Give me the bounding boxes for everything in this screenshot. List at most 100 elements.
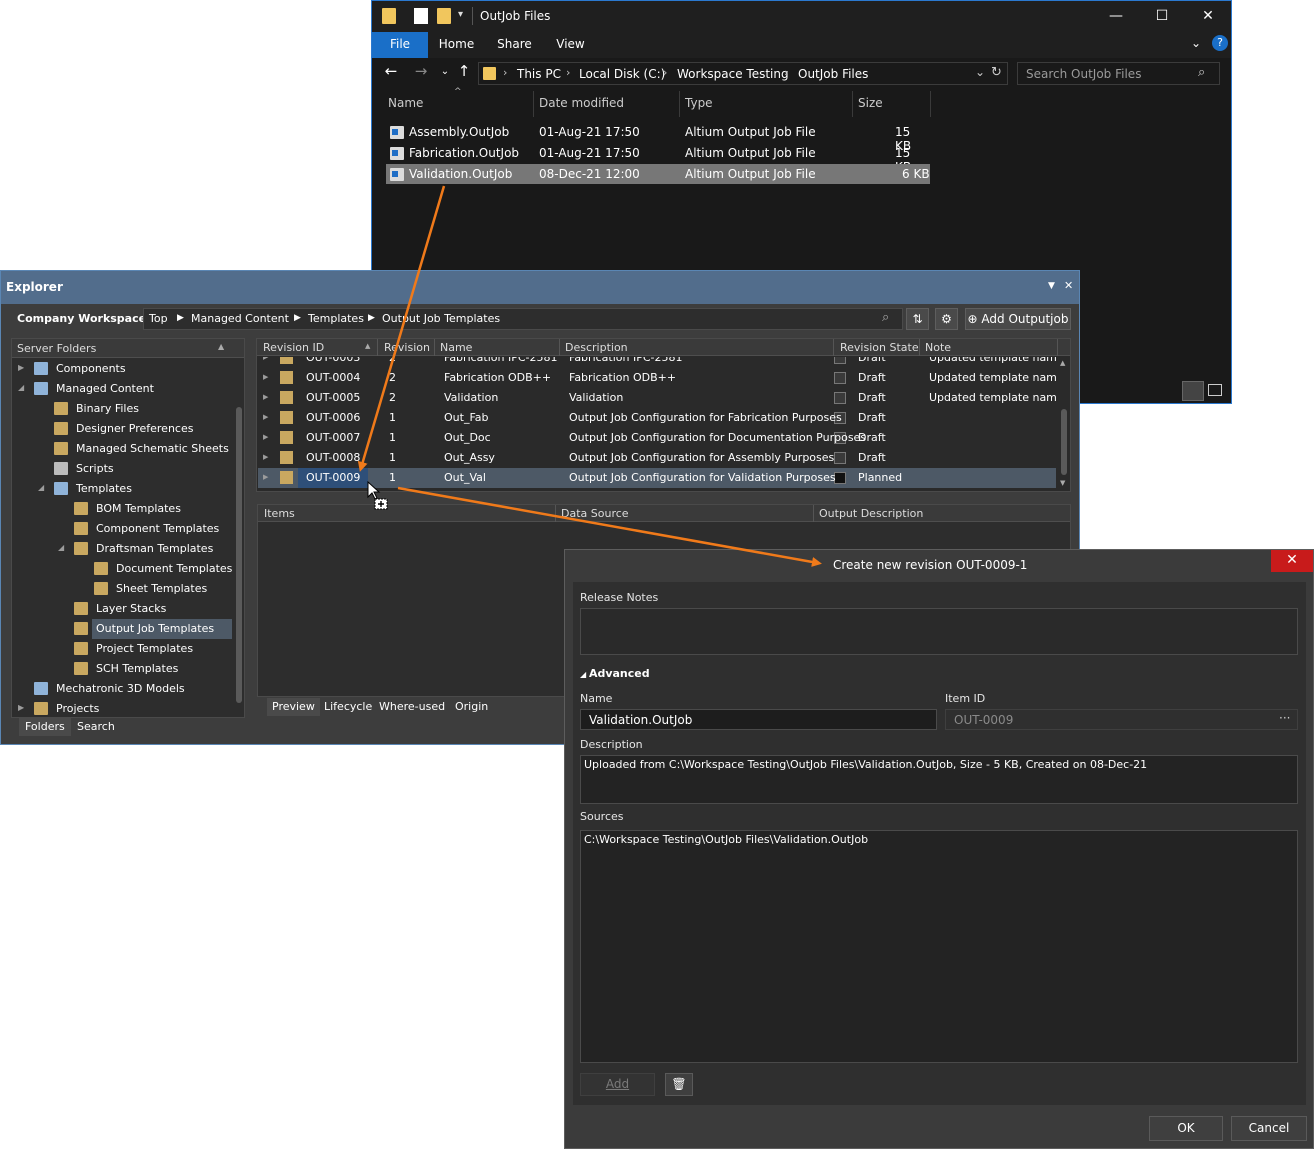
up-icon[interactable]: ↑: [453, 62, 475, 80]
tree-item-document-templates[interactable]: Document Templates: [12, 559, 232, 579]
table-row[interactable]: ▶ OUT-0007 1 Out_Doc Output Job Configuratio…: [258, 428, 1056, 448]
expand-row-icon[interactable]: ▶: [263, 373, 268, 381]
tree-item-scripts[interactable]: Scripts: [12, 459, 232, 479]
tree-item-templates[interactable]: ◢ Templates: [12, 479, 232, 499]
release-notes-input[interactable]: [580, 608, 1298, 655]
expand-row-icon[interactable]: ▶: [263, 433, 268, 441]
col-description[interactable]: Description: [565, 341, 628, 354]
more-options-icon[interactable]: ···: [1279, 711, 1290, 725]
ribbon-expand-icon[interactable]: ⌄: [1191, 36, 1201, 50]
crumb-local-disk[interactable]: Local Disk (C:): [579, 67, 665, 81]
large-icons-view-icon[interactable]: [1208, 384, 1222, 396]
expand-row-icon[interactable]: ▶: [263, 357, 268, 361]
minimize-icon[interactable]: —: [1093, 1, 1139, 32]
col-name[interactable]: Name: [388, 96, 423, 110]
crumb-managed-content[interactable]: Managed Content: [191, 312, 289, 325]
search-input[interactable]: Search OutJob Files ⌕: [1017, 62, 1220, 85]
scrollbar-thumb[interactable]: [236, 407, 242, 703]
forward-icon[interactable]: →: [410, 62, 432, 80]
expand-row-icon[interactable]: ▶: [263, 413, 268, 421]
tab-preview[interactable]: Preview: [267, 698, 320, 716]
description-field[interactable]: Uploaded from C:\Workspace Testing\OutJo…: [580, 755, 1298, 804]
ok-button[interactable]: OK: [1149, 1116, 1223, 1141]
tab-where-used[interactable]: Where-used: [374, 698, 450, 716]
crumb-output-job-templates[interactable]: Output Job Templates: [382, 312, 500, 325]
tree-item-designer-preferences[interactable]: Designer Preferences: [12, 419, 232, 439]
crumb-templates[interactable]: Templates: [308, 312, 364, 325]
refresh-button[interactable]: ⇅: [906, 308, 929, 330]
tab-share[interactable]: Share: [492, 32, 537, 58]
delete-button[interactable]: 🗑: [665, 1073, 693, 1096]
help-icon[interactable]: ?: [1212, 35, 1228, 51]
refresh-icon[interactable]: ↻: [991, 65, 1002, 80]
workspace-dropdown[interactable]: Company Workspace ▾: [17, 312, 153, 325]
crumb-workspace-testing[interactable]: Workspace Testing: [677, 67, 789, 81]
file-row[interactable]: Assembly.OutJob 01-Aug-21 17:50 Altium O…: [386, 122, 930, 153]
expand-row-icon[interactable]: ▶: [263, 393, 268, 401]
tab-home[interactable]: Home: [434, 32, 479, 58]
address-dropdown-icon[interactable]: ⌄: [975, 65, 985, 79]
col-name[interactable]: Name: [440, 341, 472, 354]
details-view-icon[interactable]: [1182, 381, 1204, 401]
col-output-description[interactable]: Output Description: [819, 507, 923, 520]
advanced-toggle[interactable]: ◢ Advanced: [580, 667, 650, 680]
maximize-icon[interactable]: ☐: [1139, 1, 1185, 32]
tab-origin[interactable]: Origin: [450, 698, 493, 716]
tree-item-sheet-templates[interactable]: Sheet Templates: [12, 579, 232, 599]
crumb-this-pc[interactable]: This PC: [517, 67, 561, 81]
table-row[interactable]: ▶ OUT-0003 2 Fabrication IPC-2581 Fabricatio…: [258, 357, 1057, 368]
col-size[interactable]: Size: [858, 96, 883, 110]
crumb-outjob-files[interactable]: OutJob Files: [798, 67, 868, 81]
tab-folders[interactable]: Folders: [19, 718, 71, 736]
properties-icon[interactable]: [414, 8, 428, 24]
col-revision-id[interactable]: Revision ID: [263, 341, 324, 354]
source-item[interactable]: C:\Workspace Testing\OutJob Files\Valida…: [584, 833, 1294, 846]
new-folder-icon[interactable]: [437, 8, 451, 24]
file-row[interactable]: Fabrication.OutJob 01-Aug-21 17:50 Altiu…: [386, 143, 930, 174]
col-data-source[interactable]: Data Source: [561, 507, 629, 520]
tree-item-bom-templates[interactable]: BOM Templates: [12, 499, 232, 519]
back-icon[interactable]: ←: [380, 62, 402, 80]
tree-item-layer-stacks[interactable]: Layer Stacks: [12, 599, 232, 619]
expand-row-icon[interactable]: ▶: [263, 453, 268, 461]
table-row[interactable]: ▶ OUT-0005 2 Validation Validation Draft Updat…: [258, 388, 1057, 408]
grid-scrollbar[interactable]: ▲ ▼: [1058, 357, 1070, 491]
tree-item-sch-templates[interactable]: SCH Templates: [12, 659, 232, 679]
settings-button[interactable]: ⚙: [935, 308, 958, 330]
tab-search[interactable]: Search: [71, 718, 121, 736]
tree-item-managed-schematic-sheets[interactable]: Managed Schematic Sheets: [12, 439, 232, 459]
table-row[interactable]: ▶ OUT-0008 1 Out_Assy Output Job Configurati…: [258, 448, 1056, 468]
panel-close-icon[interactable]: ✕: [1064, 279, 1073, 292]
tab-view[interactable]: View: [548, 32, 593, 58]
crumb-top[interactable]: Top: [149, 312, 168, 325]
scroll-down-icon[interactable]: ▼: [1060, 479, 1065, 487]
tree-item-projects[interactable]: ▶ Projects: [12, 699, 232, 719]
col-note[interactable]: Note: [925, 341, 951, 354]
file-row-selected[interactable]: Validation.OutJob 08-Dec-21 12:00 Altium…: [386, 164, 930, 184]
collapse-icon[interactable]: ▲: [218, 342, 224, 351]
tree-item-output-job-templates[interactable]: Output Job Templates: [12, 619, 232, 639]
tree-item-components[interactable]: ▶ Components: [12, 359, 232, 379]
address-bar[interactable]: › This PC › Local Disk (C:) › Workspace …: [478, 62, 1008, 85]
scrollbar-thumb[interactable]: [1061, 409, 1067, 475]
close-icon[interactable]: ✕: [1185, 1, 1231, 32]
scroll-up-icon[interactable]: ▲: [1060, 359, 1065, 367]
tab-file[interactable]: File: [372, 32, 428, 58]
tree-scrollbar[interactable]: [235, 359, 243, 717]
cancel-button[interactable]: Cancel: [1231, 1116, 1307, 1141]
customize-qa-icon[interactable]: ▾: [458, 9, 463, 20]
tree-item-managed-content[interactable]: ◢ Managed Content: [12, 379, 232, 399]
name-field[interactable]: Validation.OutJob: [580, 709, 937, 730]
col-type[interactable]: Type: [685, 96, 713, 110]
tree-item-draftsman-templates[interactable]: ◢ Draftsman Templates: [12, 539, 232, 559]
col-items[interactable]: Items: [264, 507, 295, 520]
add-outputjob-button[interactable]: ⊕ Add Outputjob: [965, 308, 1071, 330]
col-date[interactable]: Date modified: [539, 96, 624, 110]
col-revision[interactable]: Revision: [384, 341, 430, 354]
tree-item-binary-files[interactable]: Binary Files: [12, 399, 232, 419]
table-row[interactable]: ▶ OUT-0006 1 Out_Fab Output Job Configuratio…: [258, 408, 1056, 428]
tab-lifecycle[interactable]: Lifecycle: [319, 698, 377, 716]
panel-menu-icon[interactable]: ▼: [1048, 281, 1055, 291]
close-icon[interactable]: ✕: [1271, 550, 1313, 572]
expand-row-icon[interactable]: ▶: [263, 473, 268, 481]
